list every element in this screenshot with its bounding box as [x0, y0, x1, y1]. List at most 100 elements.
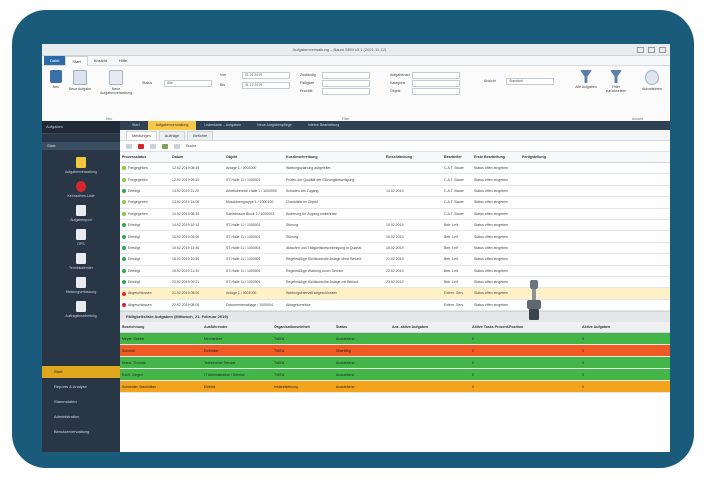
ribbon-tab-file[interactable]: Datei: [44, 56, 66, 65]
col-status[interactable]: Prozessstatus: [120, 152, 170, 163]
status-input[interactable]: Alle: [164, 79, 212, 87]
add-icon[interactable]: [126, 143, 132, 149]
table-row[interactable]: Abgeschlossen 22.02.2019 08:00 Dokumentena…: [120, 299, 670, 312]
from-field[interactable]: Von 01.01.2019: [220, 71, 290, 79]
col-object[interactable]: Objekt: [224, 152, 284, 163]
category-input[interactable]: [412, 79, 460, 87]
col-user[interactable]: Bearbeiter: [442, 152, 472, 163]
from-input[interactable]: 01.01.2019: [242, 71, 290, 79]
table-row[interactable]: Erledigt 20.02.2019 09:21 ST-Halle 11 / 10…: [120, 276, 670, 289]
nav-master-data[interactable]: Stammdaten: [42, 396, 120, 408]
category-field[interactable]: Kategorie: [390, 79, 460, 87]
summary-row[interactable]: Koch, Jürgen IT Administration / Service T…: [120, 368, 670, 382]
all-tasks-button[interactable]: Alle Aufgaben: [574, 70, 598, 89]
cell-status: Erledigt: [120, 185, 170, 198]
col-limit[interactable]: Einschränkung: [384, 152, 442, 163]
delete-icon[interactable]: [138, 143, 144, 149]
cell-date: 20.02.2019 09:21: [170, 276, 224, 289]
assignee-input[interactable]: [322, 71, 370, 79]
to-input[interactable]: 31.12.2019: [242, 81, 290, 89]
table-row[interactable]: Freigegeben 12.02.2019 09:10 ST-Halle 11 /…: [120, 173, 670, 186]
view-input[interactable]: Standard: [506, 77, 554, 85]
task-type-input[interactable]: [412, 71, 460, 79]
sum-col-name[interactable]: Bezeichnung: [120, 322, 202, 334]
object-input[interactable]: [412, 87, 460, 95]
cell-object: ST-Halle 11 / 1000001: [224, 219, 284, 232]
edit-icon[interactable]: [150, 143, 156, 149]
tile-order-processing[interactable]: Auftragsbearbeitung: [42, 301, 120, 318]
ribbon-tab-help[interactable]: Hilfe: [113, 56, 133, 65]
sum-col-who[interactable]: Ausführender: [202, 322, 272, 334]
new-task-button[interactable]: Neue Aufgabe: [68, 70, 92, 91]
sum-col-status[interactable]: Status: [334, 322, 390, 334]
object-field[interactable]: Objekt: [390, 87, 460, 95]
doc-tab-internal[interactable]: Interne Bearbeitung: [300, 121, 348, 130]
doc-tab-start[interactable]: Start: [124, 121, 148, 130]
summary-row[interactable]: Kraus, Thomas Technischer Service TWEA Auss…: [120, 356, 670, 370]
object-label: Objekt: [390, 89, 401, 93]
doc-tab-task-management[interactable]: Aufgabenverwaltung: [147, 121, 197, 130]
summary-row[interactable]: Schneider, Maximilian Elektrik Instandsetz…: [120, 380, 670, 394]
print-icon[interactable]: [174, 143, 180, 149]
tile-ops[interactable]: OPS: [42, 229, 120, 246]
close-icon[interactable]: [659, 46, 666, 53]
tab-reports[interactable]: Meldungen: [126, 131, 157, 140]
col-done[interactable]: Fertigstellung: [520, 152, 670, 163]
reset-filter-button[interactable]: Filter zurücksetzen: [604, 70, 628, 93]
priority-input[interactable]: [322, 87, 370, 95]
sidebar-selected[interactable]: Start: [42, 142, 120, 150]
tab-reports-list[interactable]: Berichte: [187, 131, 214, 140]
to-field[interactable]: Bis 31.12.2019: [220, 81, 290, 89]
table-row[interactable]: Erledigt 14.02.2019 10:12 ST-Halle 11 / 10…: [120, 219, 670, 232]
nav-administration[interactable]: Administration: [42, 411, 120, 423]
refresh-button[interactable]: Aktualisieren: [640, 70, 664, 91]
export-icon[interactable]: [162, 143, 168, 149]
nav-reports[interactable]: Reports & Analyse: [42, 381, 120, 393]
ribbon-tab-start[interactable]: Start: [65, 55, 88, 66]
ribbon-tab-view[interactable]: Ansicht: [88, 56, 113, 65]
sum-col-pct[interactable]: Aktive Tasks Prozent-Position: [470, 322, 580, 334]
due-field[interactable]: Fälligkeit: [300, 79, 370, 87]
col-date[interactable]: Datum: [170, 152, 224, 163]
cell-user: C.A.T. Bauer: [442, 196, 472, 209]
table-row[interactable]: Erledigt 15.02.2019 09:00 ST-Halle 11 / 10…: [120, 230, 670, 243]
table-row[interactable]: Freigegeben 14.02.2019 08:30 Sanitärraum B…: [120, 208, 670, 220]
maximize-icon[interactable]: [648, 46, 655, 53]
table-row[interactable]: Erledigt 18.02.2019 10:55 ST-Halle 11 / 10…: [120, 253, 670, 266]
doc-tab-list[interactable]: Listenkarte – Aufgaben: [196, 121, 249, 130]
tile-calendar[interactable]: Terminkalender: [42, 253, 120, 270]
table-row[interactable]: Freigegeben 12.02.2019 08:45 Anlage 1 / 00…: [120, 162, 670, 175]
cell-user: C.A.T. Bauer: [442, 173, 472, 186]
new-button[interactable]: Neu: [44, 70, 68, 89]
table-row[interactable]: Abgeschlossen 21.02.2019 08:00 Anlage 1 / …: [120, 287, 670, 300]
search-label[interactable]: Suche: [186, 144, 196, 148]
sum-col-active[interactable]: Aktive Aufgaben: [580, 322, 670, 334]
sum-col-org[interactable]: Organisationseinheit: [272, 322, 334, 334]
table-row[interactable]: Erledigt 15.02.2019 13:40 ST-Halle 11 / 10…: [120, 242, 670, 255]
task-type-field[interactable]: Aufgabenart: [390, 71, 460, 79]
status-field[interactable]: Status Alle: [142, 79, 212, 87]
tile-reporting[interactable]: Meldungserfassung: [42, 277, 120, 294]
table-row[interactable]: Freigegeben 13.02.2019 14:05 Maschinengrup…: [120, 196, 670, 209]
sum-col-count[interactable]: Anz. aktive Aufgaben: [390, 322, 470, 334]
minimize-icon[interactable]: [637, 46, 644, 53]
col-description[interactable]: Kurzbeschreibung: [284, 152, 384, 163]
due-input[interactable]: [322, 79, 370, 87]
col-first[interactable]: Erste Bearbeitung: [472, 152, 520, 163]
tile-kpi-list[interactable]: Kennzahlen-Liste: [42, 181, 120, 198]
summary-row[interactable]: Meyer, Sabine Mechaniker TWEA Ausstehend 0 0: [120, 332, 670, 346]
tab-orders[interactable]: Aufträge: [158, 131, 186, 140]
assignee-field[interactable]: Zuständig: [300, 71, 370, 79]
table-row[interactable]: Erledigt 19.02.2019 11:34 ST-Halle 11 / 10…: [120, 265, 670, 277]
summary-cell-pct: 0: [470, 332, 580, 346]
table-row[interactable]: Erledigt 13.02.2019 11:20 Arbeitsbereich H…: [120, 185, 670, 198]
summary-row[interactable]: Schmidt Elektriker TWEA Überfällig 0 0: [120, 344, 670, 358]
view-field[interactable]: Ansicht Standard: [484, 77, 554, 85]
new-task-management-button[interactable]: Neue Aufgabenverwaltung: [98, 70, 134, 95]
doc-tab-task-care[interactable]: Neue Aufgabenpflege: [249, 121, 300, 130]
nav-user-management[interactable]: Benutzerverwaltung: [42, 426, 120, 438]
nav-start[interactable]: Start: [42, 366, 120, 378]
tile-task-management[interactable]: Aufgabenverwaltung: [42, 157, 120, 174]
tile-task-pool[interactable]: Aufgabenpool: [42, 205, 120, 222]
priority-field[interactable]: Priorität: [300, 87, 370, 95]
